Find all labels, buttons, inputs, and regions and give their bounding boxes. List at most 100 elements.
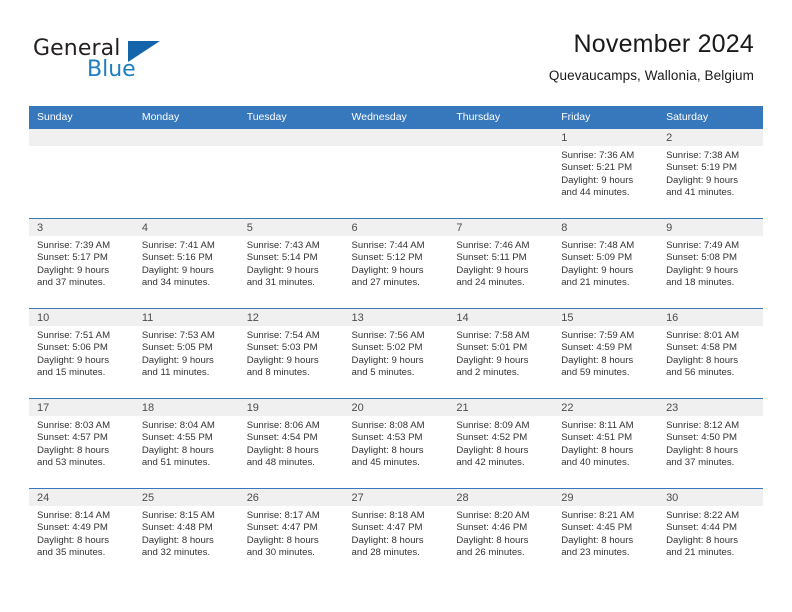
day-sunset-text: Sunset: 5:12 PM: [351, 252, 423, 264]
calendar-day-cell[interactable]: 9 Sunrise: 7:49 AM Sunset: 5:08 PM Daylight…: [658, 218, 763, 309]
day-daylight1-text: Daylight: 8 hours: [37, 534, 109, 546]
day-number: 25: [133, 489, 239, 506]
calendar-day-cell[interactable]: 1 Sunrise: 7:36 AM Sunset: 5:21 PM Daylight…: [553, 129, 659, 219]
day-daylight2-text: and 27 minutes.: [351, 277, 420, 289]
calendar-day-cell[interactable]: 22 Sunrise: 8:11 AM Sunset: 4:51 PM Dayligh…: [553, 398, 659, 489]
day-sunset-text: Sunset: 4:50 PM: [666, 432, 737, 444]
day-details: Sunrise: 7:56 AM Sunset: 5:02 PM Daylight:…: [344, 326, 449, 380]
day-number: 27: [343, 489, 449, 506]
day-number: 15: [553, 309, 659, 326]
day-sunset-text: Sunset: 4:44 PM: [666, 522, 737, 534]
calendar-day-cell[interactable]: 16 Sunrise: 8:01 AM Sunset: 4:58 PM Dayligh…: [658, 308, 763, 399]
calendar-week-row: 1 Sunrise: 7:36 AM Sunset: 5:21 PM Daylight…: [29, 129, 763, 219]
calendar-day-cell[interactable]: 27 Sunrise: 8:18 AM Sunset: 4:47 PM Dayligh…: [343, 488, 449, 578]
day-sunset-text: Sunset: 5:17 PM: [37, 252, 108, 264]
day-daylight1-text: Daylight: 8 hours: [351, 534, 424, 546]
day-details: Sunrise: 8:15 AM Sunset: 4:48 PM Daylight:…: [134, 506, 239, 560]
day-details: Sunrise: 8:22 AM Sunset: 4:44 PM Daylight:…: [658, 506, 763, 560]
calendar-day-cell[interactable]: 26 Sunrise: 8:17 AM Sunset: 4:47 PM Dayligh…: [238, 488, 344, 578]
day-sunrise-text: Sunrise: 7:38 AM: [666, 150, 740, 161]
calendar-day-cell[interactable]: 20 Sunrise: 8:08 AM Sunset: 4:53 PM Dayligh…: [343, 398, 449, 489]
calendar-day-cell[interactable]: 10 Sunrise: 7:51 AM Sunset: 5:06 PM Dayligh…: [29, 308, 134, 399]
day-number: 23: [658, 399, 763, 416]
day-sunrise-text: Sunrise: 7:43 AM: [246, 240, 320, 251]
calendar-day-cell[interactable]: 29 Sunrise: 8:21 AM Sunset: 4:45 PM Dayligh…: [553, 488, 659, 578]
calendar-day-cell[interactable]: 30 Sunrise: 8:22 AM Sunset: 4:44 PM Dayligh…: [658, 488, 763, 578]
day-sunset-text: Sunset: 5:03 PM: [246, 342, 318, 354]
calendar-day-cell[interactable]: 11 Sunrise: 7:53 AM Sunset: 5:05 PM Dayligh…: [133, 308, 239, 399]
day-number: 19: [238, 399, 344, 416]
calendar-day-cell[interactable]: 13 Sunrise: 7:56 AM Sunset: 5:02 PM Dayligh…: [343, 308, 449, 399]
calendar-empty-cell: [133, 129, 239, 219]
calendar-week-row: 17 Sunrise: 8:03 AM Sunset: 4:57 PM Dayligh…: [29, 398, 763, 489]
day-daylight2-text: and 37 minutes.: [37, 277, 106, 289]
page-title: November 2024: [573, 30, 754, 58]
day-details: Sunrise: 8:01 AM Sunset: 4:58 PM Daylight:…: [658, 326, 763, 380]
day-daylight2-text: and 34 minutes.: [141, 277, 211, 289]
day-daylight2-text: and 23 minutes.: [561, 547, 630, 559]
day-sunset-text: Sunset: 5:01 PM: [456, 342, 528, 354]
weekday-header-sunday: Sunday: [29, 106, 134, 129]
day-number: 17: [29, 399, 134, 416]
calendar-day-cell[interactable]: 12 Sunrise: 7:54 AM Sunset: 5:03 PM Dayligh…: [238, 308, 344, 399]
day-daylight2-text: and 24 minutes.: [456, 277, 525, 289]
day-sunrise-text: Sunrise: 8:06 AM: [246, 420, 320, 431]
day-sunrise-text: Sunrise: 7:54 AM: [246, 330, 320, 341]
calendar-day-cell[interactable]: 8 Sunrise: 7:48 AM Sunset: 5:09 PM Daylight…: [553, 218, 659, 309]
calendar-empty-cell: [238, 129, 344, 219]
day-details: Sunrise: 7:39 AM Sunset: 5:17 PM Daylight:…: [29, 236, 134, 290]
day-daylight1-text: Daylight: 8 hours: [37, 444, 109, 456]
calendar-day-cell[interactable]: 21 Sunrise: 8:09 AM Sunset: 4:52 PM Dayligh…: [448, 398, 554, 489]
day-sunrise-text: Sunrise: 7:46 AM: [456, 240, 530, 251]
day-daylight1-text: Daylight: 8 hours: [456, 534, 529, 546]
day-details: Sunrise: 7:53 AM Sunset: 5:05 PM Daylight:…: [134, 326, 239, 380]
day-sunset-text: Sunset: 5:19 PM: [666, 162, 737, 174]
day-sunrise-text: Sunrise: 7:36 AM: [561, 150, 635, 161]
day-number: 8: [553, 219, 659, 236]
calendar-day-cell[interactable]: 19 Sunrise: 8:06 AM Sunset: 4:54 PM Dayligh…: [238, 398, 344, 489]
calendar-day-cell[interactable]: 25 Sunrise: 8:15 AM Sunset: 4:48 PM Dayligh…: [133, 488, 239, 578]
calendar-day-cell[interactable]: 17 Sunrise: 8:03 AM Sunset: 4:57 PM Dayligh…: [29, 398, 134, 489]
calendar-day-cell[interactable]: 23 Sunrise: 8:12 AM Sunset: 4:50 PM Dayligh…: [658, 398, 763, 489]
calendar-day-cell[interactable]: 2 Sunrise: 7:38 AM Sunset: 5:19 PM Daylight…: [658, 129, 763, 219]
day-daylight1-text: Daylight: 9 hours: [351, 264, 424, 276]
day-sunrise-text: Sunrise: 8:03 AM: [37, 420, 111, 431]
calendar-day-cell[interactable]: 3 Sunrise: 7:39 AM Sunset: 5:17 PM Daylight…: [29, 218, 134, 309]
day-details: Sunrise: 7:43 AM Sunset: 5:14 PM Daylight:…: [239, 236, 344, 290]
calendar-body: 1 Sunrise: 7:36 AM Sunset: 5:21 PM Daylight…: [29, 129, 763, 578]
calendar-day-cell[interactable]: 5 Sunrise: 7:43 AM Sunset: 5:14 PM Daylight…: [238, 218, 344, 309]
calendar-day-cell[interactable]: 18 Sunrise: 8:04 AM Sunset: 4:55 PM Dayligh…: [133, 398, 239, 489]
day-daylight1-text: Daylight: 8 hours: [561, 534, 634, 546]
day-number: 18: [133, 399, 239, 416]
day-sunset-text: Sunset: 5:05 PM: [141, 342, 213, 354]
logo-text-blue: Blue: [87, 57, 136, 82]
day-sunset-text: Sunset: 4:53 PM: [351, 432, 423, 444]
day-sunrise-text: Sunrise: 8:04 AM: [141, 420, 215, 431]
calendar-week-row: 10 Sunrise: 7:51 AM Sunset: 5:06 PM Dayligh…: [29, 308, 763, 399]
weekday-header-thursday: Thursday: [448, 106, 554, 129]
calendar-day-cell[interactable]: 28 Sunrise: 8:20 AM Sunset: 4:46 PM Dayligh…: [448, 488, 554, 578]
calendar-day-cell[interactable]: 24 Sunrise: 8:14 AM Sunset: 4:49 PM Dayligh…: [29, 488, 134, 578]
day-number: 3: [29, 219, 134, 236]
day-details: Sunrise: 7:44 AM Sunset: 5:12 PM Daylight:…: [344, 236, 449, 290]
day-daylight1-text: Daylight: 8 hours: [141, 444, 214, 456]
day-sunrise-text: Sunrise: 7:51 AM: [37, 330, 111, 341]
calendar-day-cell[interactable]: 7 Sunrise: 7:46 AM Sunset: 5:11 PM Daylight…: [448, 218, 554, 309]
day-sunrise-text: Sunrise: 8:09 AM: [456, 420, 530, 431]
calendar-day-cell[interactable]: 15 Sunrise: 7:59 AM Sunset: 4:59 PM Dayligh…: [553, 308, 659, 399]
calendar-day-cell[interactable]: 4 Sunrise: 7:41 AM Sunset: 5:16 PM Daylight…: [133, 218, 239, 309]
day-details: Sunrise: 7:49 AM Sunset: 5:08 PM Daylight:…: [658, 236, 763, 290]
weekday-header-monday: Monday: [133, 106, 239, 129]
day-details: Sunrise: 7:51 AM Sunset: 5:06 PM Daylight:…: [29, 326, 134, 380]
calendar-day-cell[interactable]: 14 Sunrise: 7:58 AM Sunset: 5:01 PM Dayligh…: [448, 308, 554, 399]
day-sunrise-text: Sunrise: 7:41 AM: [141, 240, 215, 251]
day-details: Sunrise: 7:46 AM Sunset: 5:11 PM Daylight:…: [448, 236, 553, 290]
day-daylight2-text: and 42 minutes.: [456, 457, 525, 469]
day-sunset-text: Sunset: 4:47 PM: [351, 522, 423, 534]
day-daylight2-text: and 45 minutes.: [351, 457, 420, 469]
calendar-page: General Blue November 2024 Quevaucamps, …: [0, 0, 792, 612]
day-number: [238, 129, 344, 146]
calendar-day-cell[interactable]: 6 Sunrise: 7:44 AM Sunset: 5:12 PM Daylight…: [343, 218, 449, 309]
day-sunset-text: Sunset: 4:55 PM: [141, 432, 213, 444]
general-blue-logo[interactable]: General Blue: [33, 36, 193, 84]
